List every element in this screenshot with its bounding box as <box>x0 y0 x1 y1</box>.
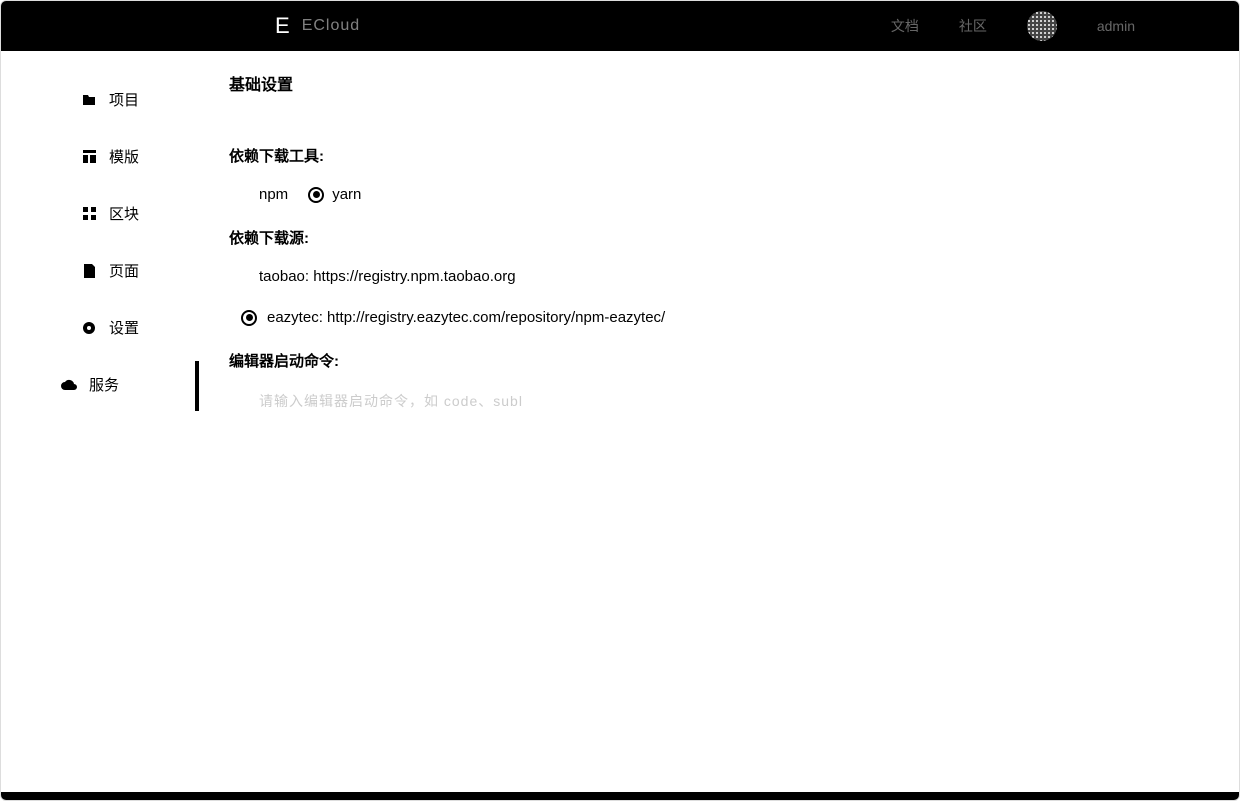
header-right: 文档 社区 admin <box>891 11 1135 41</box>
sidebar-item-service[interactable]: 服务 <box>1 356 201 413</box>
header-left: E ECloud <box>275 13 360 39</box>
page-title: 基础设置 <box>229 71 1239 95</box>
header: E ECloud 文档 社区 admin <box>1 1 1239 51</box>
block-icon <box>81 206 97 222</box>
header-link-docs[interactable]: 文档 <box>891 16 919 36</box>
radio-yarn[interactable]: yarn <box>308 186 361 203</box>
sidebar-item-label: 区块 <box>109 203 139 224</box>
active-indicator <box>195 361 199 411</box>
cloud-icon <box>61 377 77 393</box>
body: 项目 模版 区块 页面 <box>1 51 1239 792</box>
template-icon <box>81 149 97 165</box>
header-link-community[interactable]: 社区 <box>959 16 987 36</box>
registry-option-taobao[interactable]: taobao: https://registry.npm.taobao.org <box>229 268 1239 285</box>
sidebar-item-page[interactable]: 页面 <box>1 242 201 299</box>
bottom-strip <box>1 792 1239 800</box>
editor-label: 编辑器启动命令: <box>229 350 1239 371</box>
radio-icon <box>241 310 257 326</box>
registry-label: 依赖下载源: <box>229 227 1239 248</box>
radio-icon <box>308 187 324 203</box>
sidebar-item-label: 服务 <box>89 374 119 395</box>
radio-label: yarn <box>332 186 361 203</box>
folder-icon <box>81 92 97 108</box>
sidebar-item-template[interactable]: 模版 <box>1 128 201 185</box>
sidebar-item-label: 项目 <box>109 89 139 110</box>
avatar-icon[interactable] <box>1027 11 1057 41</box>
sidebar-item-label: 模版 <box>109 146 139 167</box>
gear-icon <box>81 320 97 336</box>
radio-label: npm <box>259 186 288 203</box>
logo-text: ECloud <box>302 17 360 35</box>
sidebar-item-project[interactable]: 项目 <box>1 71 201 128</box>
editor-command-input[interactable]: 请输入编辑器启动命令，如 code、subl <box>229 391 1239 411</box>
tool-radio-row: npm yarn <box>229 186 1239 203</box>
app-window: E ECloud 文档 社区 admin 项目 模版 <box>0 0 1240 801</box>
header-username[interactable]: admin <box>1097 18 1135 34</box>
registry-option-eazytec[interactable]: eazytec: http://registry.eazytec.com/rep… <box>229 309 1239 326</box>
sidebar: 项目 模版 区块 页面 <box>1 51 201 792</box>
page-icon <box>81 263 97 279</box>
main-content: 基础设置 依赖下载工具: npm yarn 依赖下载源: taobao: htt… <box>201 51 1239 792</box>
tool-label: 依赖下载工具: <box>229 145 1239 166</box>
radio-npm[interactable]: npm <box>259 186 288 203</box>
sidebar-item-settings[interactable]: 设置 <box>1 299 201 356</box>
sidebar-item-label: 设置 <box>109 317 139 338</box>
registry-text: eazytec: http://registry.eazytec.com/rep… <box>267 309 665 326</box>
sidebar-item-block[interactable]: 区块 <box>1 185 201 242</box>
sidebar-item-label: 页面 <box>109 260 139 281</box>
registry-text: taobao: https://registry.npm.taobao.org <box>259 268 516 285</box>
logo-icon: E <box>275 13 290 39</box>
